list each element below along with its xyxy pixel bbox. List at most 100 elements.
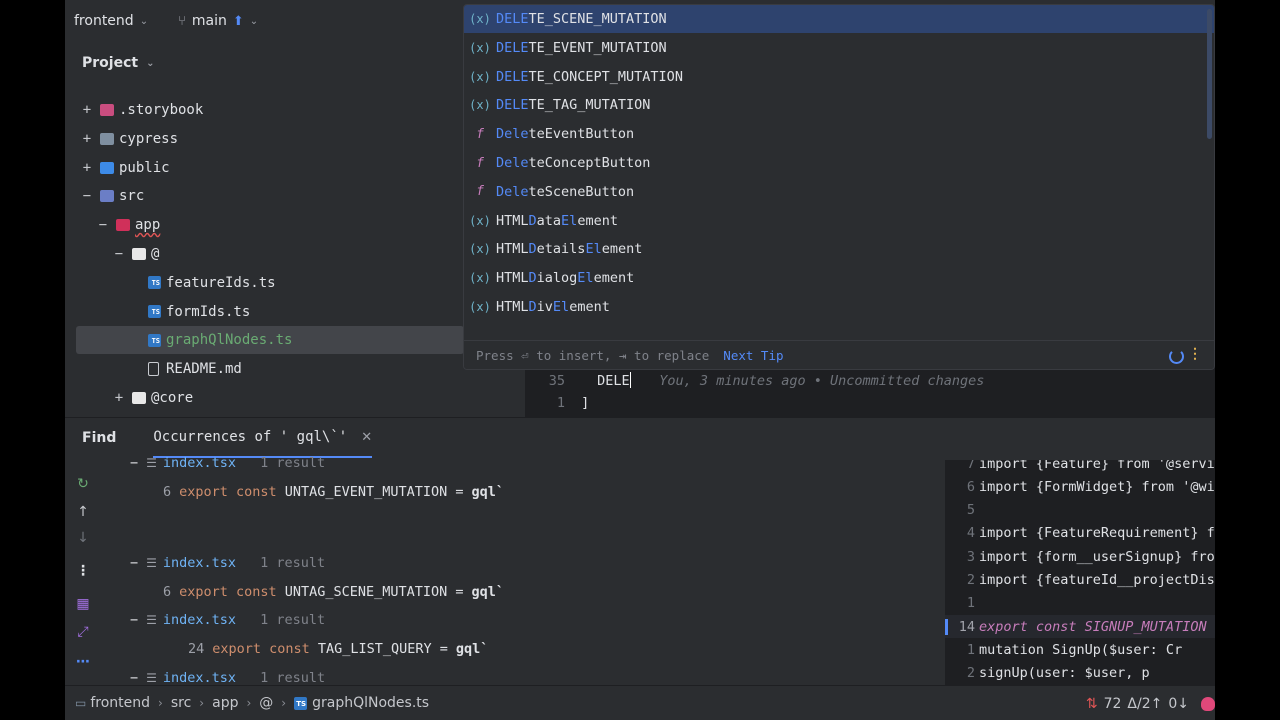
tree-item[interactable]: TS graphQlNodes.ts xyxy=(76,326,464,355)
function-icon: f xyxy=(476,155,484,171)
expand-icon[interactable]: + xyxy=(112,390,126,406)
completion-item[interactable]: (x) DELETE_SCENE_MUTATION xyxy=(464,5,1214,33)
breadcrumb-item[interactable]: @ xyxy=(259,695,273,711)
more-actions-icon[interactable]: ⋯ xyxy=(75,654,91,670)
result-file-row[interactable]: − ☰ index.tsx 1 result xyxy=(130,449,325,477)
tree-item[interactable]: README.md xyxy=(76,355,464,383)
line-number: 5 xyxy=(966,502,975,519)
tree-item[interactable]: + .storybook xyxy=(76,96,464,124)
expand-icon[interactable]: + xyxy=(80,160,94,176)
completion-rest: ement xyxy=(569,299,610,315)
expand-icon[interactable]: + xyxy=(80,131,94,147)
expand-icon[interactable]: + xyxy=(80,102,94,118)
scroll-thumb[interactable] xyxy=(1207,9,1212,139)
chevron-right-icon: › xyxy=(281,696,287,710)
tree-item-label: formIds.ts xyxy=(166,303,251,320)
collapse-icon[interactable]: − xyxy=(130,612,138,628)
completion-item[interactable]: (x) HTMLDetailsElement xyxy=(464,235,1214,263)
tree-item[interactable]: TS formIds.ts xyxy=(76,298,464,326)
project-panel: Project ⌄ + .storybook + cypress + public − src… xyxy=(65,42,525,417)
tree-item[interactable]: + public xyxy=(76,154,464,182)
next-tip-link[interactable]: Next Tip xyxy=(723,348,783,363)
completion-rest: HTML xyxy=(496,241,529,258)
preview-code: export const SIGNUP_MUTATION xyxy=(979,618,1207,635)
result-file-row[interactable]: − ☰ index.tsx 1 result xyxy=(130,549,325,577)
code-text: DELE xyxy=(597,373,630,389)
collapse-icon[interactable]: − xyxy=(80,188,94,204)
match-highlight: D xyxy=(528,241,537,258)
breadcrumb-item[interactable]: src xyxy=(171,695,191,711)
completion-item[interactable]: f DeleteConceptButton xyxy=(464,149,1214,177)
result-count: 1 result xyxy=(260,612,326,628)
collapse-icon[interactable]: − xyxy=(96,217,110,233)
code-preview[interactable]: 7 import {Feature} from '@servi 6 import {F… xyxy=(945,460,1215,685)
preview-line: 2 signUp(user: $user, p xyxy=(945,662,1215,685)
result-file-row[interactable]: − ☰ index.tsx 1 result xyxy=(130,606,325,634)
result-code-row[interactable]: 24 export const TAG_LIST_QUERY = gql` xyxy=(188,635,488,663)
project-panel-header[interactable]: Project ⌄ xyxy=(82,55,154,71)
match-text: gql` xyxy=(471,583,505,600)
completion-item[interactable]: (x) DELETE_EVENT_MUTATION xyxy=(464,34,1214,62)
chevron-right-icon: › xyxy=(199,696,205,710)
collapse-icon[interactable]: − xyxy=(130,555,138,571)
chevron-right-icon: › xyxy=(246,696,252,710)
code-text: ] xyxy=(581,395,590,411)
tree-item[interactable]: + cypress xyxy=(76,125,464,153)
completion-item[interactable]: (x) DELETE_TAG_MUTATION xyxy=(464,91,1214,119)
rerun-icon[interactable]: ↻ xyxy=(75,476,91,492)
tree-item[interactable]: − @ xyxy=(76,240,464,268)
collapse-icon[interactable]: − xyxy=(130,670,138,686)
breadcrumb-item[interactable]: app xyxy=(212,695,238,711)
push-arrow-icon: ⬆ xyxy=(232,13,244,29)
previous-occurrence-icon[interactable]: ↑ xyxy=(75,504,91,520)
vcs-changes[interactable]: Δ/2↑ xyxy=(1127,696,1162,712)
tree-item[interactable]: TS featureIds.ts xyxy=(76,269,464,297)
chevron-down-icon: ⌄ xyxy=(139,15,149,27)
match-text: gql` xyxy=(455,641,489,657)
branch-name: main xyxy=(191,13,227,29)
completion-item[interactable]: (x) HTMLDataElement xyxy=(464,207,1214,235)
close-icon[interactable]: ✕ xyxy=(361,430,372,445)
collapse-icon[interactable]: − xyxy=(130,455,138,471)
match-highlight: D xyxy=(528,212,537,229)
completion-item[interactable]: (x) HTMLDivElement xyxy=(464,293,1214,321)
completion-popup: (x) DELETE_SCENE_MUTATION (x) DELETE_EVENT_… xyxy=(463,4,1215,370)
folder-icon xyxy=(100,132,114,145)
breadcrumb-item[interactable]: graphQlNodes.ts xyxy=(312,695,429,711)
more-icon[interactable]: ⋮ xyxy=(75,563,91,579)
next-occurrence-icon[interactable]: ↓ xyxy=(75,530,91,546)
variable-icon: (x) xyxy=(469,242,491,257)
line-number: 7 xyxy=(966,460,975,472)
tree-item[interactable]: − app xyxy=(76,211,464,239)
project-switcher[interactable]: frontend ⌄ xyxy=(74,13,148,29)
completion-item[interactable]: (x) DELETE_CONCEPT_MUTATION xyxy=(464,63,1214,91)
completion-item[interactable]: (x) HTMLDialogElement xyxy=(464,264,1214,292)
match-highlight: DELE xyxy=(496,68,529,85)
line-position[interactable]: 72 xyxy=(1104,696,1122,712)
completion-scrollbar[interactable] xyxy=(1206,5,1214,340)
completion-rest: etails xyxy=(536,241,586,258)
completion-rest: TE_EVENT_MUTATION xyxy=(528,39,667,56)
breadcrumb-item[interactable]: frontend xyxy=(90,695,150,711)
branch-switcher[interactable]: ⑂ main ⬆ ⌄ xyxy=(178,13,258,29)
result-code-row[interactable]: 6 export const UNTAG_EVENT_MUTATION = gql` xyxy=(163,478,504,506)
bug-icon[interactable] xyxy=(1201,696,1215,711)
completion-item[interactable]: f DeleteSceneButton xyxy=(464,178,1214,206)
vcs-incoming[interactable]: 0↓ xyxy=(1168,696,1189,712)
group-by-icon[interactable]: ▦ xyxy=(75,596,91,612)
tree-item-label: cypress xyxy=(119,130,179,147)
result-code-row[interactable]: 6 export const UNTAG_SCENE_MUTATION = gql` xyxy=(163,578,504,606)
completion-item[interactable]: f DeleteEventButton xyxy=(464,120,1214,148)
expand-icon[interactable]: ⤢ xyxy=(75,624,91,640)
more-options-icon[interactable]: ⋮ xyxy=(1188,346,1202,362)
editor-line-35: 35 DELE You, 3 minutes ago • Uncommitted… xyxy=(525,372,984,389)
insert-hint: Press ⏎ to insert, ⇥ to replace xyxy=(476,348,710,363)
tree-item[interactable]: − src xyxy=(76,182,464,210)
tree-item[interactable]: + @core xyxy=(76,384,464,412)
collapse-icon[interactable]: − xyxy=(112,246,126,262)
preview-code: import {FormWidget} from '@wi xyxy=(979,478,1215,495)
preview-code: import {FeatureRequirement} f xyxy=(979,525,1215,542)
identifier: TAG_LIST_QUERY = xyxy=(317,641,448,657)
folder-icon xyxy=(116,219,130,232)
result-file-name: index.tsx xyxy=(162,554,237,571)
